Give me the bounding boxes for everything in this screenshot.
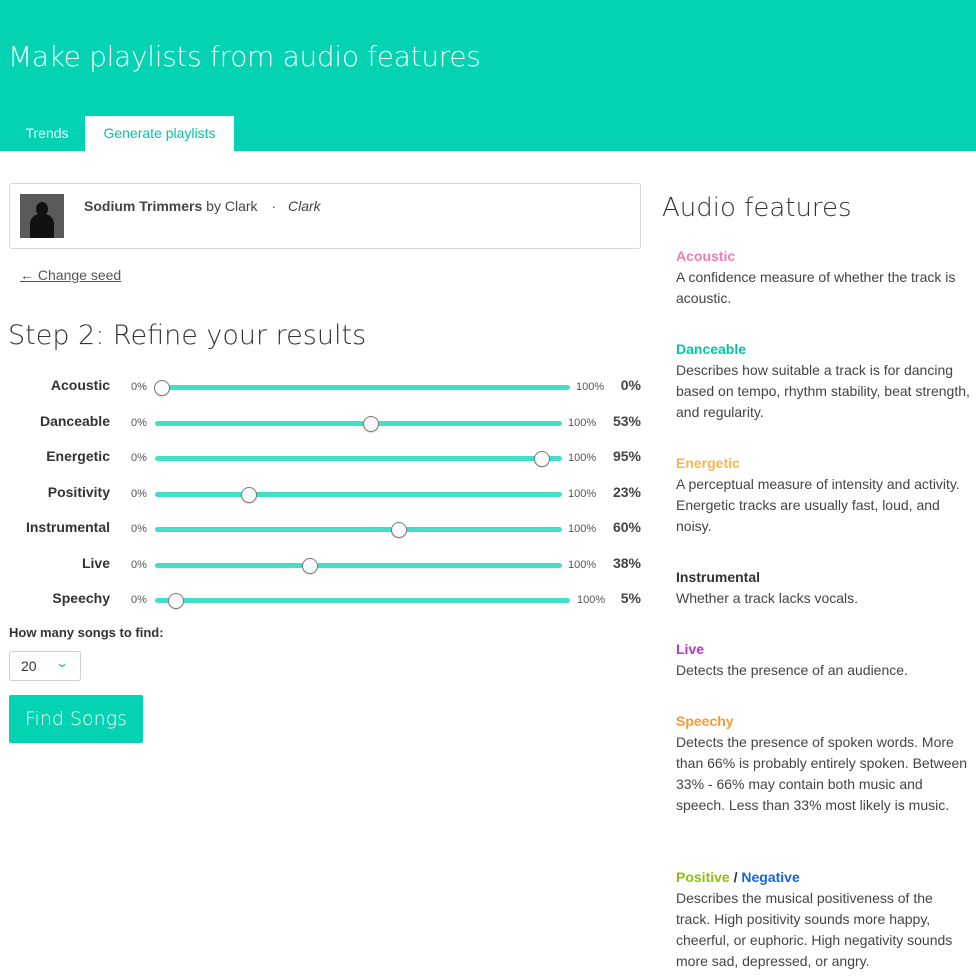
feature-instrumental: Instrumental Whether a track lacks vocals… — [676, 567, 970, 609]
tab-generate-playlists[interactable]: Generate playlists — [85, 116, 234, 151]
feature-name: Acoustic — [676, 248, 736, 264]
tab-trends[interactable]: Trends — [10, 116, 84, 151]
slider-row-live: Live 0% 100% 38% — [0, 555, 650, 585]
feature-desc: A confidence measure of whether the trac… — [676, 269, 956, 306]
slider-min-label: 0% — [131, 452, 147, 464]
song-count-value: 20 — [21, 658, 37, 674]
slider-handle[interactable] — [362, 416, 379, 432]
slider-track[interactable] — [155, 492, 562, 497]
feature-speechy: Speechy Detects the presence of spoken wo… — [676, 711, 970, 816]
feature-energetic: Energetic A perceptual measure of intensi… — [676, 453, 970, 537]
slider-label: Positivity — [47, 484, 110, 500]
slider-label: Speechy — [52, 590, 110, 606]
slider-max-label: 100% — [568, 488, 597, 500]
feature-negative-label: Negative — [741, 869, 800, 885]
slider-row-instrumental: Instrumental 0% 100% 60% — [0, 519, 650, 549]
slider-row-acoustic: Acoustic 0% 100% 0% — [0, 377, 650, 407]
slider-track[interactable] — [155, 527, 562, 532]
slider-value: 38% — [612, 555, 641, 571]
slider-label: Acoustic — [50, 377, 110, 393]
slider-min-label: 0% — [131, 559, 147, 571]
slider-min-label: 0% — [131, 523, 147, 535]
slider-track[interactable] — [162, 385, 570, 390]
slider-min-label: 0% — [131, 417, 147, 429]
feature-desc: Whether a track lacks vocals. — [676, 590, 859, 606]
seed-album: Clark — [287, 198, 321, 214]
slider-handle[interactable] — [301, 558, 318, 574]
song-count-select[interactable]: 20 ⌄ — [9, 651, 81, 681]
slider-max-label: 100% — [577, 594, 606, 606]
slider-row-danceable: Danceable 0% 100% 53% — [0, 413, 650, 443]
slider-min-label: 0% — [131, 381, 147, 393]
slider-max-label: 100% — [568, 559, 597, 571]
slider-row-positivity: Positivity 0% 100% 23% — [0, 484, 650, 514]
step-title: Step 2: Refine your results — [8, 320, 367, 351]
slider-handle[interactable] — [240, 487, 257, 503]
slider-handle[interactable] — [533, 451, 550, 467]
seed-track-line: Sodium Trimmers by Clark · Clark — [84, 198, 321, 214]
slider-max-label: 100% — [568, 523, 597, 535]
slider-value: 0% — [620, 377, 641, 393]
slider-value: 5% — [620, 590, 641, 606]
audio-features-title: Audio features — [662, 193, 852, 223]
feature-positive-label: Positive — [676, 869, 730, 885]
feature-desc: Describes how suitable a track is for da… — [676, 362, 970, 420]
slider-track[interactable] — [155, 598, 570, 603]
slider-value: 53% — [612, 413, 641, 429]
feature-name: Energetic — [676, 455, 740, 471]
slider-value: 60% — [612, 519, 641, 535]
slider-track[interactable] — [155, 456, 562, 461]
seed-track-name: Sodium Trimmers — [84, 198, 203, 214]
feature-name: Live — [676, 641, 705, 657]
slider-handle[interactable] — [391, 522, 408, 538]
feature-name: Speechy — [676, 713, 734, 729]
slider-label: Energetic — [46, 448, 110, 464]
slider-label: Instrumental — [25, 519, 110, 535]
slider-min-label: 0% — [131, 594, 147, 606]
slider-row-speechy: Speechy 0% 100% 5% — [0, 590, 650, 620]
find-songs-button[interactable]: Find Songs — [9, 695, 143, 743]
feature-live: Live Detects the presence of an audience. — [676, 639, 970, 681]
feature-desc: Detects the presence of an audience. — [676, 662, 908, 678]
feature-desc: Describes the musical positiveness of th… — [676, 890, 953, 969]
feature-acoustic: Acoustic A confidence measure of whether … — [676, 246, 970, 309]
slider-max-label: 100% — [576, 381, 605, 393]
change-seed-link[interactable]: ← Change seed — [20, 267, 121, 283]
feature-slash: / — [733, 869, 738, 885]
slider-value: 23% — [612, 484, 641, 500]
slider-min-label: 0% — [131, 488, 147, 500]
seed-track-card: Sodium Trimmers by Clark · Clark — [9, 183, 641, 249]
page-header: Make playlists from audio features Trend… — [0, 0, 976, 151]
chevron-down-icon: ⌄ — [54, 656, 70, 670]
slider-max-label: 100% — [568, 452, 597, 464]
slider-max-label: 100% — [568, 417, 597, 429]
feature-positive-negative: Positive / Negative Describes the musical… — [676, 867, 970, 972]
feature-name: Danceable — [676, 341, 747, 357]
slider-label: Danceable — [39, 413, 110, 429]
song-count-label: How many songs to find: — [9, 625, 164, 640]
slider-value: 95% — [612, 448, 641, 464]
album-art — [20, 194, 64, 238]
feature-desc: A perceptual measure of intensity and ac… — [676, 476, 960, 534]
seed-by-label: by — [206, 198, 221, 214]
seed-separator: · — [271, 198, 277, 214]
feature-danceable: Danceable Describes how suitable a track … — [676, 339, 970, 423]
slider-label: Live — [81, 555, 110, 571]
slider-handle[interactable] — [167, 593, 184, 609]
slider-row-energetic: Energetic 0% 100% 95% — [0, 448, 650, 478]
feature-desc: Detects the presence of spoken words. Mo… — [676, 734, 968, 813]
seed-artist: Clark — [224, 198, 258, 214]
slider-track[interactable] — [155, 563, 562, 568]
app-title: Make playlists from audio features — [8, 40, 481, 73]
slider-track[interactable] — [155, 421, 562, 426]
feature-name: Instrumental — [676, 569, 761, 585]
slider-handle[interactable] — [154, 380, 170, 396]
